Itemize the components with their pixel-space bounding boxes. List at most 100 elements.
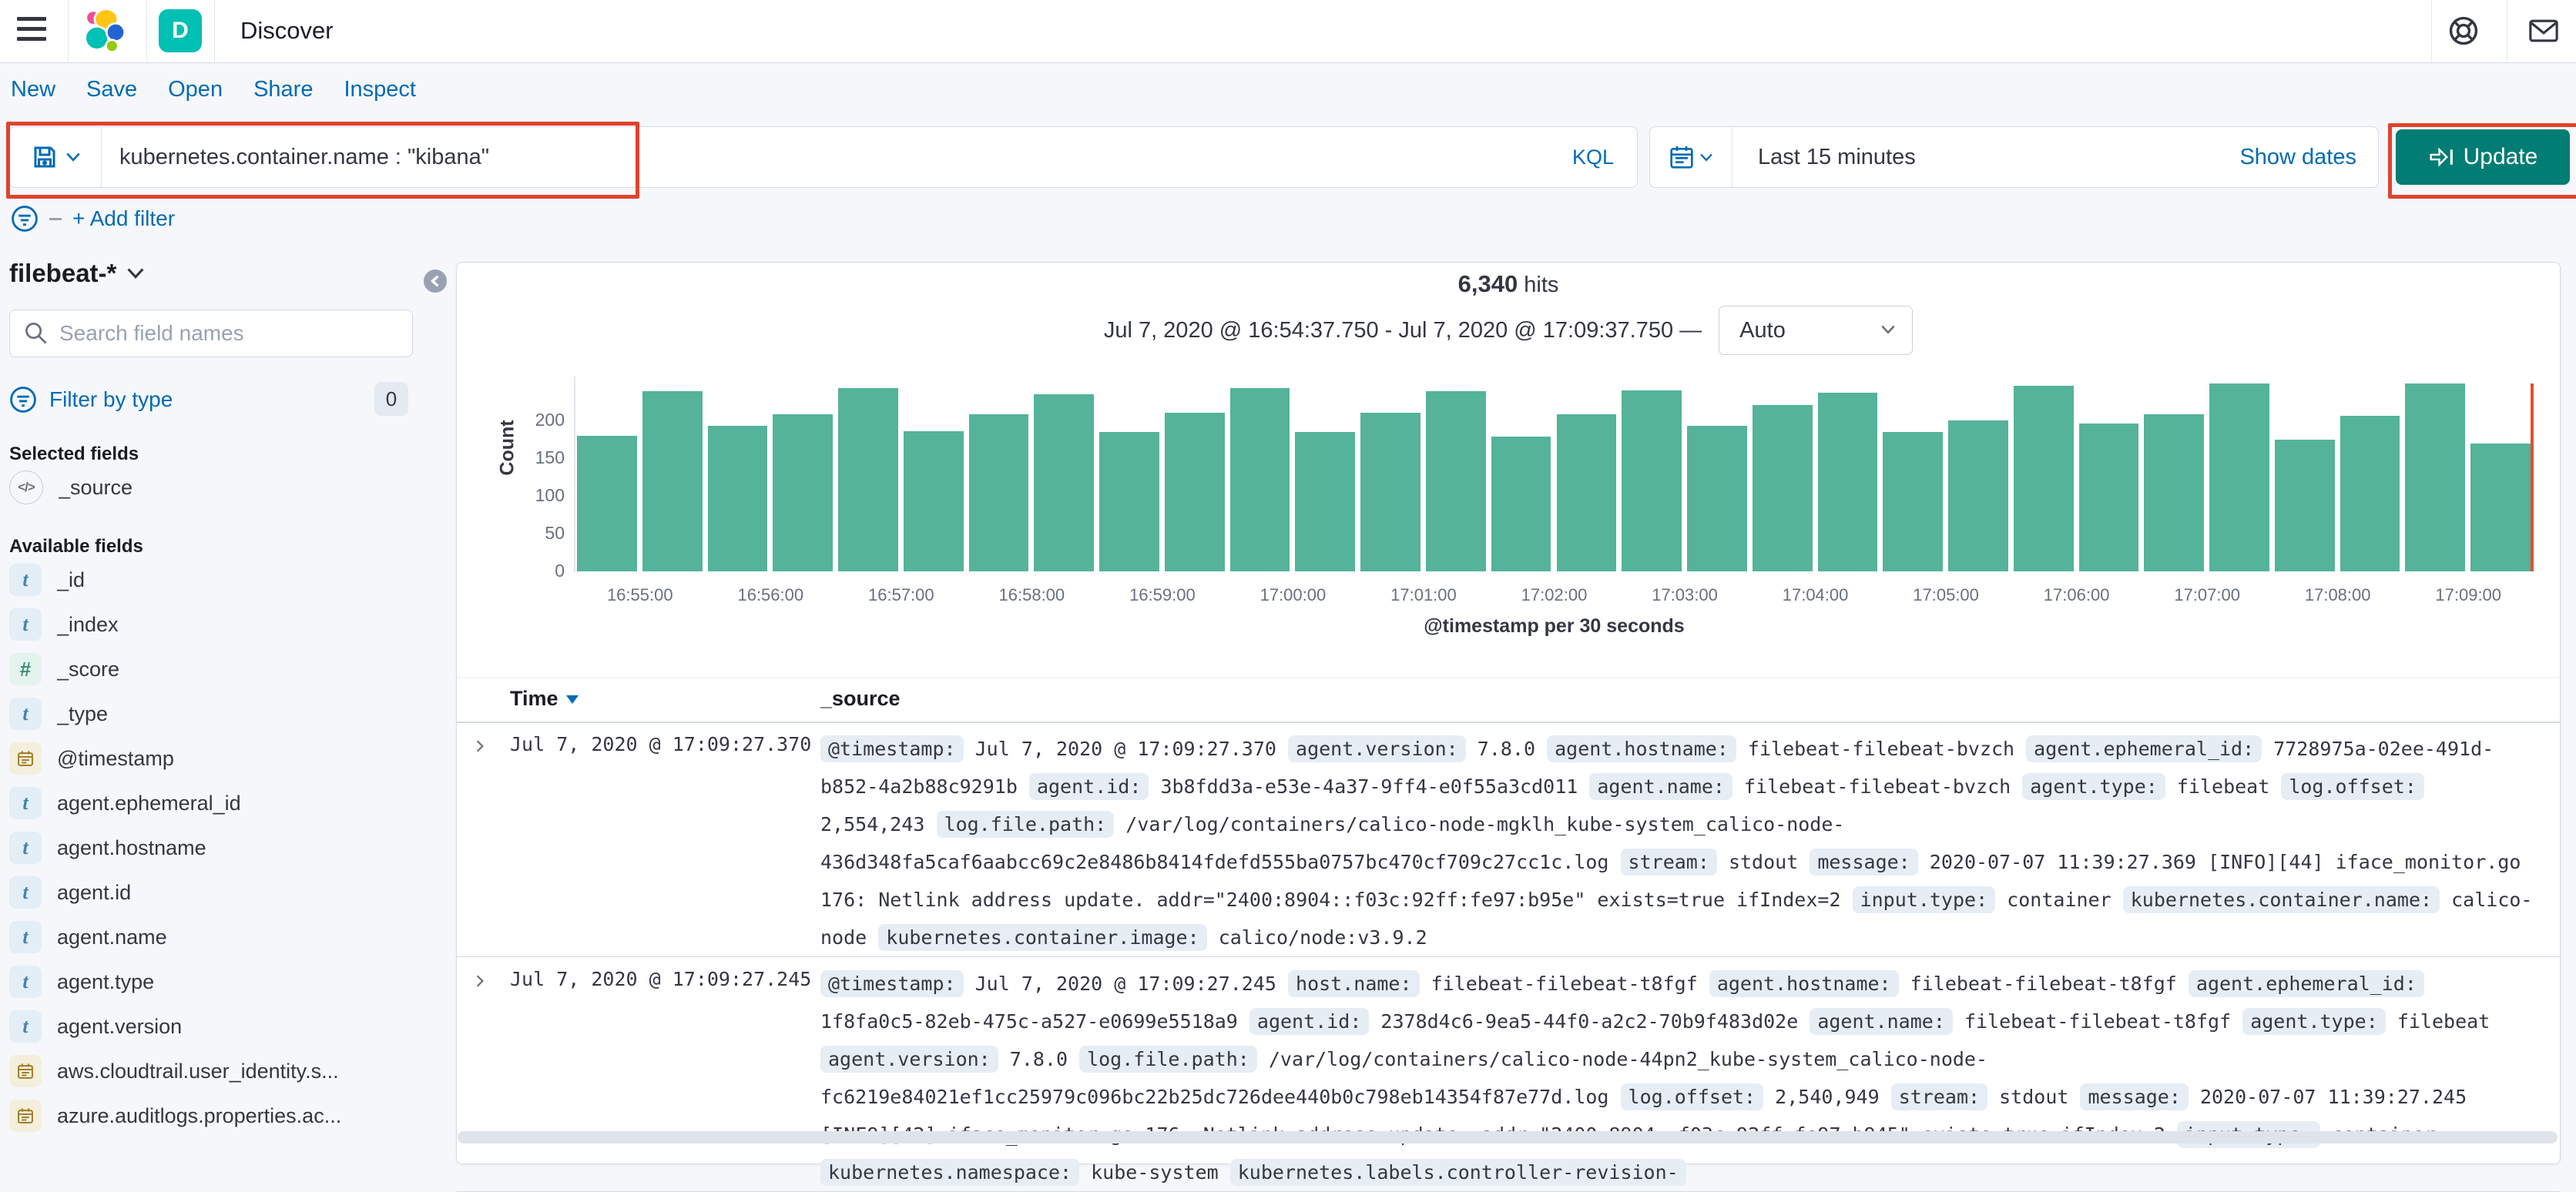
field-name: aws.cloudtrail.user_identity.s... [57,1059,339,1083]
field-pill: agent.hostname: [1709,970,1899,997]
doc-table-body: Jul 7, 2020 @ 17:09:27.370 @timestamp: Ju… [457,722,2560,1192]
field-item-_type[interactable]: t _type [9,691,431,736]
field-item-agent.type[interactable]: t agent.type [9,959,431,1004]
string-field-icon: t [9,876,42,909]
filter-circle-icon[interactable] [11,205,39,233]
field-item-azure.auditlogs.properties.ac...[interactable]: azure.auditlogs.properties.ac... [9,1093,431,1138]
doc-table-header: Time _source [457,677,2560,723]
field-item-@timestamp[interactable]: @timestamp [9,736,431,781]
collapse-sidebar-button[interactable] [424,270,447,293]
histogram-bar [903,431,964,571]
field-pill: input.type: [1852,886,1996,913]
doc-timestamp: Jul 7, 2020 @ 17:09:27.245 [510,968,812,990]
expand-row-icon[interactable] [473,974,487,992]
field-item-_id[interactable]: t _id [9,557,431,602]
column-header-source: _source [820,687,901,710]
field-pill: agent.id: [1249,1008,1370,1035]
field-name: agent.name [57,925,167,949]
source-field-icon: </> [9,470,43,504]
histogram-bar [1034,394,1095,571]
field-name: agent.version [57,1014,183,1038]
divider [146,0,147,62]
expand-row-icon[interactable] [473,739,487,757]
sidebar: filebeat-* Filter by type 0 Selected fie… [9,259,431,1138]
field-item-agent.ephemeral_id[interactable]: t agent.ephemeral_id [9,781,431,825]
index-pattern-switcher[interactable]: filebeat-* [9,259,431,288]
calendar-icon [18,1063,33,1079]
time-range-value[interactable]: Last 15 minutes [1758,145,1916,170]
field-item-aws.cloudtrail.user_identity.s...[interactable]: aws.cloudtrail.user_identity.s... [9,1049,431,1093]
sort-desc-icon[interactable] [565,695,579,705]
nav-link-inspect[interactable]: Inspect [344,77,416,102]
histogram-bar [968,414,1029,571]
histogram-bar [577,436,637,571]
field-name: _source [59,475,133,499]
string-field-icon: t [9,698,42,730]
filter-bar: + Add filter [11,205,175,233]
string-field-icon: t [9,1010,42,1043]
query-input[interactable]: kubernetes.container.name : "kibana" [119,145,489,170]
elastic-logo-icon[interactable] [82,8,128,58]
x-tick-label: 17:00:00 [1259,585,1327,604]
query-language-button[interactable]: KQL [1572,146,1614,169]
selected-fields-heading: Selected fields [9,444,139,464]
discover-app-badge: D [159,9,202,52]
nav-link-open[interactable]: Open [168,77,223,102]
x-tick-label: 17:03:00 [1652,585,1718,604]
histogram-bar [1948,420,2008,571]
number-field-icon: # [9,653,42,685]
field-name: _index [57,612,119,636]
x-tick-label: 16:57:00 [868,585,934,604]
update-button[interactable]: Update [2396,129,2570,185]
field-item-agent.name[interactable]: t agent.name [9,915,431,959]
filter-by-type-button[interactable]: Filter by type [49,387,173,412]
arrow-to-bar-icon [2430,147,2453,167]
field-name: _score [57,657,120,681]
mail-icon[interactable] [2528,17,2559,49]
x-tick-label: 17:01:00 [1390,585,1457,604]
field-pill: kubernetes.labels.controller-revision- [1229,1159,1686,1186]
calendar-icon[interactable] [1650,127,1732,187]
hits-count: 6,340 hits [457,270,2560,298]
add-filter-button[interactable]: + Add filter [72,206,175,231]
doc-timestamp: Jul 7, 2020 @ 17:09:27.370 [510,733,812,755]
table-row: Jul 7, 2020 @ 17:09:27.370 @timestamp: Ju… [457,722,2560,957]
field-item-agent.hostname[interactable]: t agent.hostname [9,825,431,870]
saved-query-menu-button[interactable] [10,127,102,187]
nav-link-new[interactable]: New [11,77,55,102]
column-header-time[interactable]: Time [510,687,579,711]
histogram-plot[interactable] [575,377,2534,571]
histogram-bar [1883,432,1944,571]
field-pill: agent.type: [2022,773,2165,800]
histogram-bar [1229,388,1290,571]
x-axis-label: @timestamp per 30 seconds [1424,615,1685,637]
field-item-agent.version[interactable]: t agent.version [9,1004,431,1049]
date-field-icon [9,742,42,775]
help-icon[interactable] [2448,15,2479,50]
field-item-_score[interactable]: # _score [9,647,431,691]
field-pill: agent.ephemeral_id: [2026,735,2262,762]
string-field-icon: t [9,608,42,641]
histogram-bar [1164,413,1225,571]
hits-label: hits [1524,273,1559,297]
hits-value: 6,340 [1457,270,1518,297]
histogram-bar [1622,390,1682,571]
nav-link-share[interactable]: Share [253,77,313,102]
discover-main-panel: 6,340 hits Jul 7, 2020 @ 16:54:37.750 - … [456,262,2561,1192]
interval-select[interactable]: Auto [1719,306,1914,355]
field-pill: agent.type: [2242,1008,2386,1035]
field-pill: log.file.path: [936,811,1115,838]
menu-icon[interactable] [17,17,46,45]
top-bar: D Discover [0,0,2576,63]
index-pattern-label: filebeat-* [9,259,117,287]
field-search-input[interactable] [58,310,400,357]
field-pill: agent.name: [1589,773,1732,800]
field-item-_source[interactable]: </> _source [9,465,431,510]
horizontal-scrollbar[interactable] [458,1131,2558,1143]
field-item-_index[interactable]: t _index [9,602,431,647]
histogram-bar [2405,383,2466,571]
table-row: Jul 7, 2020 @ 17:09:27.245 @timestamp: Ju… [457,957,2560,1192]
show-dates-button[interactable]: Show dates [2239,145,2356,170]
nav-link-save[interactable]: Save [86,77,137,102]
field-item-agent.id[interactable]: t agent.id [9,870,431,915]
